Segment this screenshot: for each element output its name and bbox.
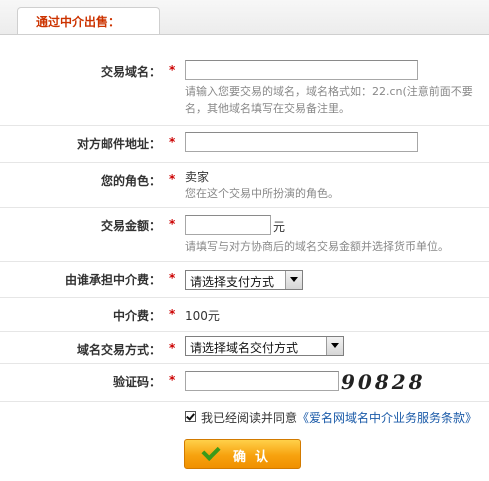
role-label: 您的角色： bbox=[100, 174, 161, 188]
fee-payer-selected: 请选择支付方式 bbox=[190, 275, 275, 289]
email-input[interactable] bbox=[185, 132, 418, 152]
delivery-select[interactable]: 请选择域名交付方式 bbox=[185, 336, 344, 356]
amount-label: 交易金额： bbox=[100, 219, 161, 233]
delivery-label: 域名交易方式： bbox=[76, 343, 161, 357]
terms-link[interactable]: 《爱名网域名中介业务服务条款》 bbox=[297, 411, 477, 425]
fee-payer-select[interactable]: 请选择支付方式 bbox=[185, 270, 303, 290]
required-mark: * bbox=[169, 373, 176, 387]
checkmark-icon bbox=[201, 441, 221, 462]
role-value: 卖家 bbox=[185, 170, 210, 184]
agree-checkbox[interactable] bbox=[185, 411, 196, 422]
row-fee-payer: 由谁承担中介费： * 请选择支付方式 bbox=[0, 262, 489, 298]
required-mark: * bbox=[169, 217, 176, 231]
domain-input[interactable] bbox=[185, 60, 418, 80]
required-mark: * bbox=[169, 271, 176, 285]
row-email: 对方邮件地址： * bbox=[0, 126, 489, 163]
role-hint: 您在这个交易中所扮演的角色。 bbox=[185, 187, 339, 200]
row-amount: 交易金额： * 元 请填写与对方协商后的域名交易金额并选择货币单位。 bbox=[0, 208, 489, 262]
tab-bar: 通过中介出售： bbox=[0, 0, 489, 35]
fee-value: 100元 bbox=[185, 309, 220, 323]
tab-title: 通过中介出售： bbox=[36, 15, 121, 29]
agree-label: 我已经阅读并同意 bbox=[201, 411, 298, 425]
required-mark: * bbox=[169, 63, 176, 77]
fee-label: 中介费： bbox=[112, 309, 161, 323]
row-fee: 中介费： * 100元 bbox=[0, 298, 489, 332]
confirm-button[interactable]: 确认 bbox=[184, 439, 301, 469]
required-mark: * bbox=[169, 341, 176, 355]
chevron-down-icon[interactable] bbox=[326, 337, 343, 355]
email-label: 对方邮件地址： bbox=[76, 137, 161, 151]
domain-hint-line2: 名，其他域名填写在交易备注里。 bbox=[185, 102, 350, 115]
amount-unit: 元 bbox=[273, 220, 286, 234]
captcha-image[interactable]: 90828 bbox=[341, 370, 437, 396]
required-mark: * bbox=[169, 135, 176, 149]
captcha-label: 验证码： bbox=[112, 375, 161, 389]
row-role: 您的角色： * 卖家 您在这个交易中所扮演的角色。 bbox=[0, 163, 489, 208]
chevron-down-icon[interactable] bbox=[285, 271, 302, 289]
fee-payer-label: 由谁承担中介费： bbox=[64, 273, 161, 287]
required-mark: * bbox=[169, 307, 176, 321]
row-delivery: 域名交易方式： * 请选择域名交付方式 bbox=[0, 332, 489, 364]
domain-hint-line1: 请输入您要交易的域名，域名格式如：22.cn(注意前面不要 bbox=[185, 85, 473, 98]
tab-sell-via-agent[interactable]: 通过中介出售： bbox=[17, 7, 160, 34]
confirm-label: 确认 bbox=[233, 450, 278, 465]
amount-input[interactable] bbox=[185, 215, 271, 235]
amount-hint: 请填写与对方协商后的域名交易金额并选择货币单位。 bbox=[185, 240, 449, 253]
required-mark: * bbox=[169, 172, 176, 186]
captcha-input[interactable] bbox=[185, 371, 339, 391]
row-agree: 我已经阅读并同意《爱名网域名中介业务服务条款》 bbox=[0, 402, 489, 434]
delivery-selected: 请选择域名交付方式 bbox=[190, 341, 299, 355]
agree-text: 我已经阅读并同意《爱名网域名中介业务服务条款》 bbox=[201, 409, 477, 426]
row-domain: 交易域名： * 请输入您要交易的域名，域名格式如：22.cn(注意前面不要 名，… bbox=[0, 54, 489, 126]
row-captcha: 验证码： * 90828 bbox=[0, 364, 489, 402]
domain-label: 交易域名： bbox=[100, 65, 161, 79]
